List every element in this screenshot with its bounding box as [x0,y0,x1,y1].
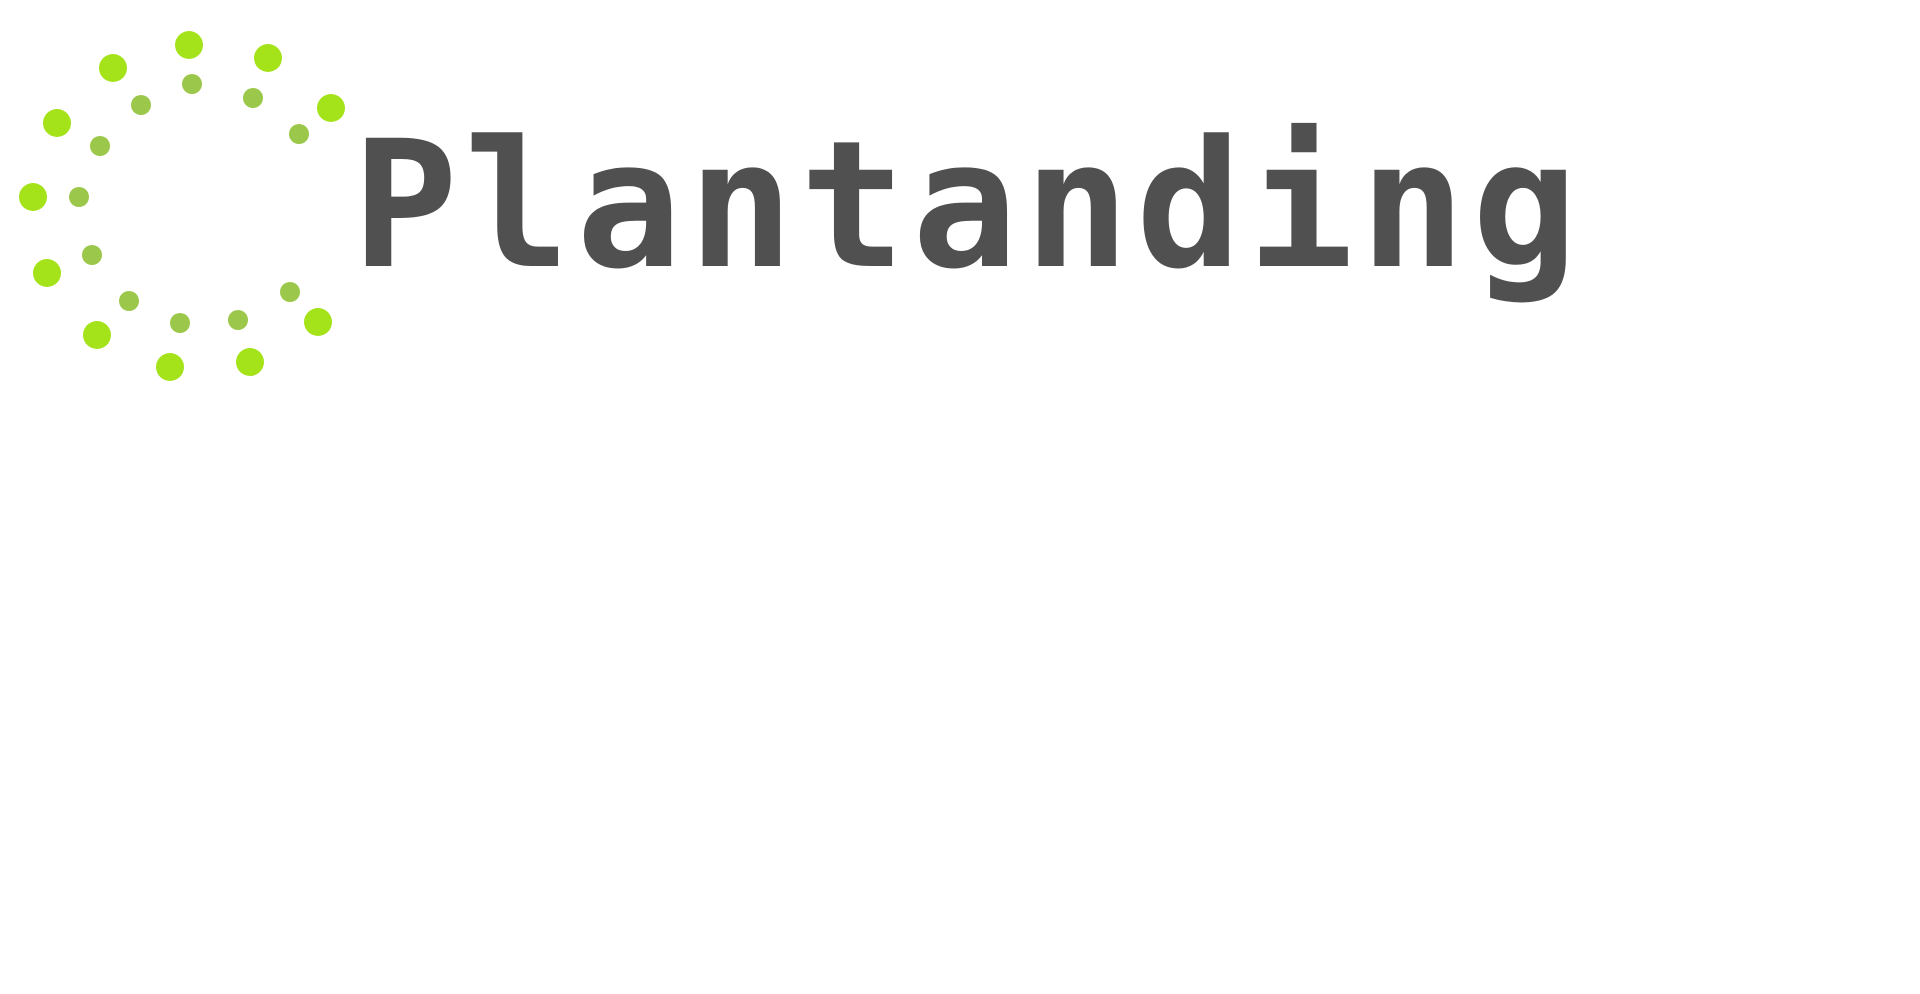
inner-ring-dot [170,313,190,333]
page: Plantanding [0,0,1920,994]
inner-ring-dot [228,310,248,330]
outer-ring-dot [236,348,264,376]
inner-ring-dot [243,88,263,108]
dotted-ring-icon [19,31,345,381]
outer-ring-dot [33,259,61,287]
inner-ring-dot [69,187,89,207]
outer-ring-dot [99,54,127,82]
outer-ring-dot [254,44,282,72]
inner-ring-dot [289,124,309,144]
outer-ring-dot [175,31,203,59]
outer-ring-dot [304,308,332,336]
inner-ring-dot [119,291,139,311]
inner-ring-dot [131,95,151,115]
inner-ring-dot [90,136,110,156]
outer-ring-dot [43,109,71,137]
outer-ring-dot [19,183,47,211]
inner-ring-dot [182,74,202,94]
outer-ring-dot [83,321,111,349]
outer-ring-dot [156,353,184,381]
logo-wordmark: Plantanding [352,103,1584,308]
outer-ring-dot [317,94,345,122]
inner-ring-dot [82,245,102,265]
plantanding-logo: Plantanding [0,0,1578,400]
inner-ring-dot [280,282,300,302]
